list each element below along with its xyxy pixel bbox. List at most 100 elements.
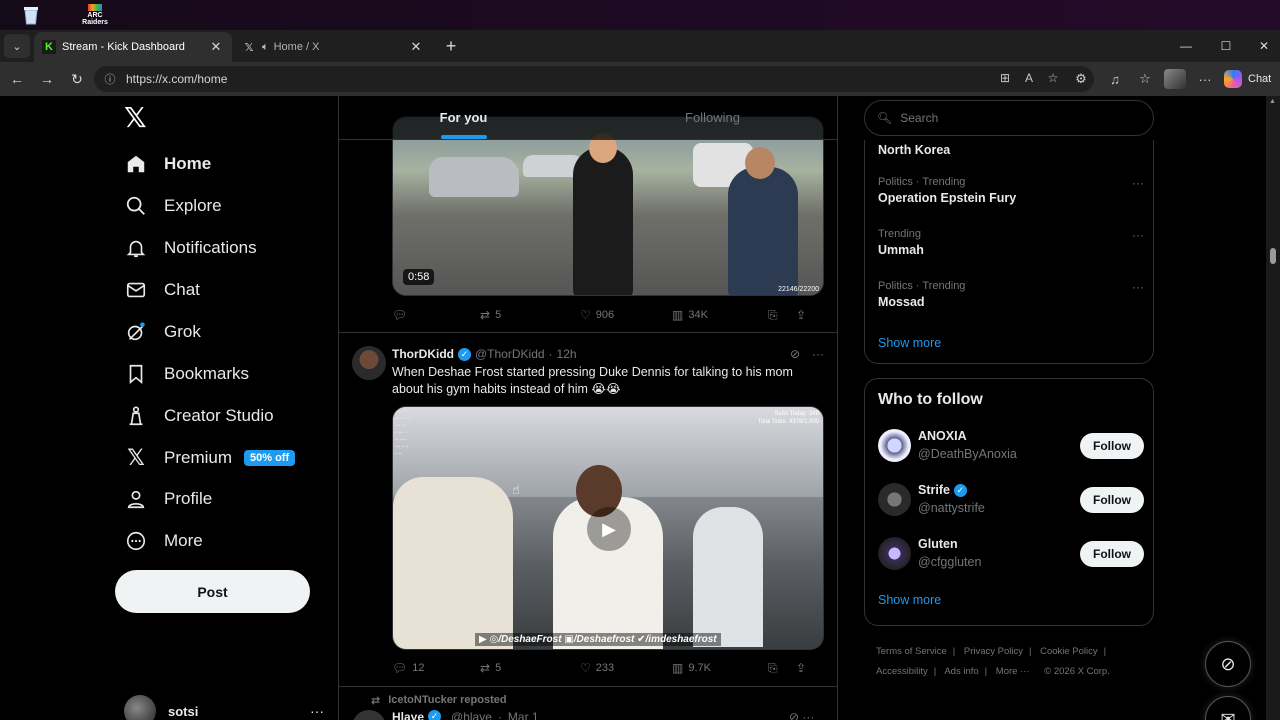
grok-fab-button[interactable]: ⊘ (1205, 641, 1251, 687)
follow-suggestion[interactable]: Strife ✓ @nattystrife Follow (878, 483, 1144, 517)
search-input[interactable]: 🔍︎ Search (864, 100, 1154, 136)
nav-profile[interactable]: Profile (124, 479, 212, 519)
like-button[interactable]: ♡ 233 (580, 661, 672, 675)
trend-item[interactable]: Trending Ummah ··· (878, 228, 1144, 257)
follow-button[interactable]: Follow (1080, 487, 1144, 513)
maximize-button[interactable]: ☐ (1206, 30, 1246, 62)
nav-bookmarks[interactable]: Bookmarks (124, 354, 249, 394)
more-dots-icon[interactable]: ··· (1132, 176, 1144, 190)
play-icon[interactable]: ▶ (587, 507, 631, 551)
repost-button[interactable]: ⇄ 5 (480, 308, 580, 322)
favorites-icon[interactable]: ☆ (1134, 68, 1156, 90)
follow-button[interactable]: Follow (1080, 433, 1144, 459)
scrollbar-thumb[interactable] (1270, 248, 1276, 264)
footer-link[interactable]: Privacy Policy (964, 646, 1023, 657)
back-button[interactable]: ← (5, 67, 29, 91)
scroll-up-arrow-icon[interactable]: ▲ (1269, 98, 1276, 105)
handle[interactable]: @hlaye (451, 710, 492, 720)
more-dots-icon[interactable]: ⊘ ··· (789, 710, 814, 720)
settings-more-icon[interactable]: ··· (1194, 68, 1216, 90)
footer-link[interactable]: Terms of Service (876, 646, 947, 657)
repost-button[interactable]: ⇄ 5 (480, 661, 580, 675)
recycle-bin-icon[interactable] (18, 4, 44, 26)
x-logo-icon[interactable]: 𝕏 (124, 104, 152, 132)
close-window-button[interactable]: ✕ (1244, 30, 1280, 62)
trend-item[interactable]: Politics · Trending Mossad ··· (878, 280, 1144, 309)
new-tab-button[interactable]: + (440, 35, 462, 57)
suggestion-name[interactable]: ANOXIA (918, 429, 967, 443)
like-button[interactable]: ♡ 906 (580, 308, 672, 322)
arc-raiders-icon[interactable]: ARC Raiders (76, 4, 114, 26)
forward-button[interactable]: → (35, 67, 59, 91)
tab-x-home[interactable]: 𝕏 🔈︎ Home / X ✕ (234, 32, 432, 62)
minimize-button[interactable]: — (1166, 30, 1206, 62)
tab-for-you[interactable]: For you (339, 96, 588, 139)
views-button[interactable]: ▥ 34K (672, 308, 768, 322)
follow-button[interactable]: Follow (1080, 541, 1144, 567)
repost-by[interactable]: IcetoNTucker reposted (388, 694, 506, 707)
media-control-icon[interactable]: ♫ (1104, 68, 1126, 90)
suggestion-name[interactable]: Strife ✓ (918, 483, 971, 497)
show-more-link[interactable]: Show more (878, 336, 941, 350)
views-button[interactable]: ▥ 9.7K (672, 661, 768, 675)
read-aloud-icon[interactable]: A (1022, 71, 1036, 85)
footer-link[interactable]: Cookie Policy (1040, 646, 1098, 657)
nav-notifications[interactable]: Notifications (124, 228, 257, 268)
tweet-video[interactable]: 0:58 22146/22200 (392, 116, 824, 296)
avatar[interactable] (878, 429, 911, 462)
share-button[interactable]: ⇪ (796, 661, 806, 675)
tab-following[interactable]: Following (588, 96, 837, 139)
tab-list-button[interactable]: ⌄ (4, 34, 30, 58)
footer-link[interactable]: Accessibility (876, 666, 928, 677)
reply-button[interactable]: 💬︎ 12 (392, 661, 480, 675)
more-dots-icon[interactable]: ··· (812, 347, 824, 361)
nav-premium[interactable]: 𝕏 Premium 50% off (124, 438, 296, 478)
nav-chat[interactable]: Chat (124, 270, 200, 310)
address-bar[interactable]: ⓘ https://x.com/home ⊞ A ☆ (94, 66, 1094, 92)
url-text[interactable]: https://x.com/home (126, 72, 227, 86)
tab-kick-dashboard[interactable]: K Stream - Kick Dashboard ✕ (34, 32, 232, 62)
show-more-link[interactable]: Show more (878, 593, 941, 607)
nav-grok[interactable]: Grok (124, 312, 201, 352)
more-dots-icon[interactable]: ··· (1132, 228, 1144, 242)
nav-explore[interactable]: Explore (124, 186, 222, 226)
avatar[interactable] (878, 483, 911, 516)
nav-creator-studio[interactable]: Creator Studio (124, 396, 274, 436)
avatar[interactable] (878, 537, 911, 570)
post-button[interactable]: Post (115, 570, 310, 613)
avatar[interactable] (352, 346, 386, 380)
app-available-icon[interactable]: ⊞ (998, 71, 1012, 85)
close-icon[interactable]: ✕ (408, 39, 424, 55)
speaker-icon[interactable]: 🔈︎ (262, 41, 269, 54)
messages-fab-button[interactable]: ✉ (1205, 696, 1251, 720)
close-icon[interactable]: ✕ (208, 39, 224, 55)
avatar[interactable] (352, 710, 386, 720)
handle[interactable]: @ThorDKidd (475, 347, 545, 361)
display-name[interactable]: ThorDKidd (392, 347, 454, 361)
page-scrollbar[interactable]: ▲ (1266, 96, 1280, 720)
account-switcher[interactable]: sotsi ··· (124, 695, 324, 720)
favorite-star-icon[interactable]: ☆ (1046, 71, 1060, 85)
share-button[interactable]: ⇪ (796, 308, 806, 322)
reply-button[interactable]: 💬︎ (392, 308, 480, 322)
follow-suggestion[interactable]: Gluten @cfggluten Follow (878, 537, 1144, 571)
profile-avatar[interactable] (1164, 69, 1186, 89)
site-info-icon[interactable]: ⓘ (102, 71, 118, 87)
copilot-chat-button[interactable]: Chat (1224, 67, 1271, 91)
bookmark-button[interactable]: ⎘ (768, 661, 796, 676)
tweet-video[interactable]: ▪ ▪▪ ▪▪▪ ▪▪ ▪ ▪▪▪▪ ▪▪▪ ▪▪ ▪ ▪▪▪ ▪ ▪▪ ▪▪▪▪ ▪▪▪… (392, 406, 824, 650)
more-dots-icon[interactable]: ··· (1132, 280, 1144, 294)
timestamp[interactable]: 12h (557, 347, 577, 361)
grok-explain-icon[interactable]: ⊘ (790, 347, 800, 361)
footer-link[interactable]: Ads info (944, 666, 978, 677)
bookmark-button[interactable]: ⎘ (768, 308, 796, 323)
reload-button[interactable]: ↻ (65, 67, 89, 91)
extensions-icon[interactable]: ⚙ (1070, 68, 1092, 90)
nav-home[interactable]: Home (124, 144, 211, 184)
follow-suggestion[interactable]: ANOXIA @DeathByAnoxia Follow (878, 429, 1144, 463)
trend-item[interactable]: North Korea (878, 140, 1144, 157)
suggestion-name[interactable]: Gluten (918, 537, 958, 551)
more-dots-icon[interactable]: ··· (310, 703, 324, 719)
nav-more[interactable]: More (124, 521, 203, 561)
display-name[interactable]: Hlaye (392, 710, 424, 720)
